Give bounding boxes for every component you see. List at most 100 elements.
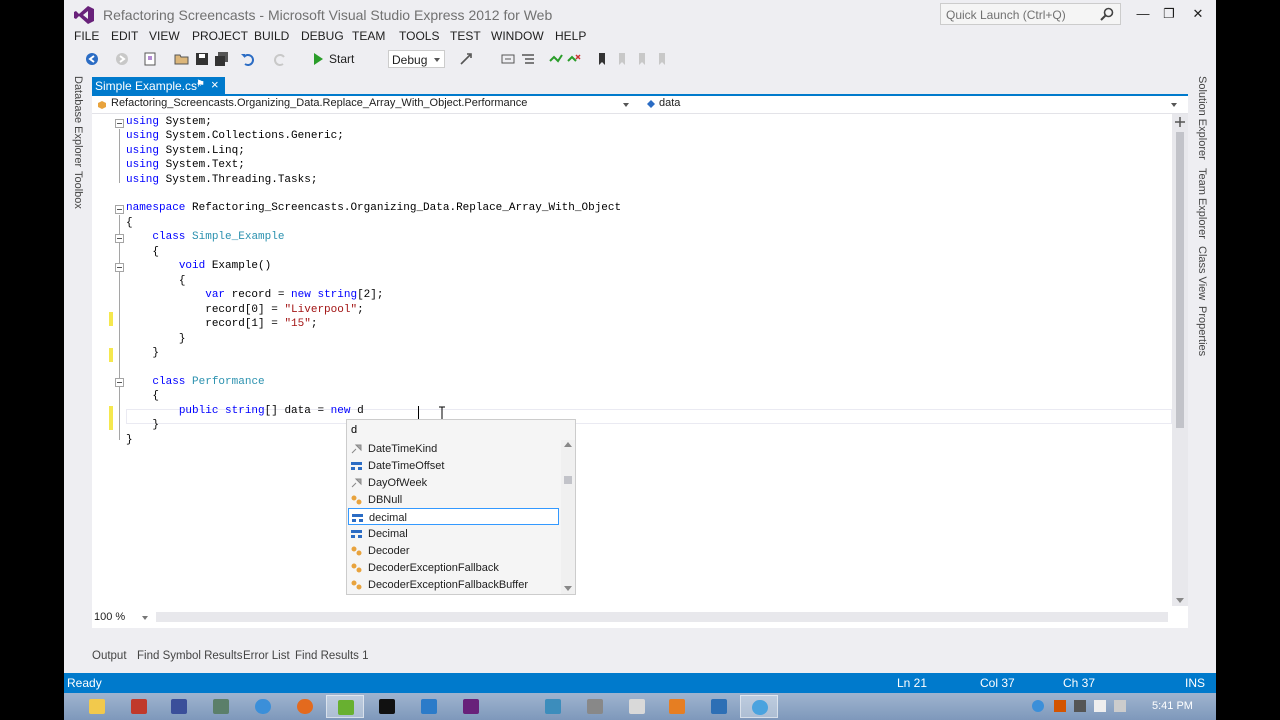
taskbar-app[interactable] [160, 695, 198, 718]
uncomment-icon[interactable] [566, 51, 582, 67]
minimize-button[interactable]: — [1130, 4, 1156, 24]
taskbar-visual-studio[interactable] [452, 695, 490, 718]
collapse-class-toggle[interactable] [115, 378, 124, 387]
restore-button[interactable]: ❐ [1156, 4, 1182, 24]
quick-launch-input[interactable]: Quick Launch (Ctrl+Q) [940, 3, 1121, 25]
database-explorer-tab[interactable]: Database Explorer [72, 76, 84, 167]
taskbar-visual-studio[interactable] [368, 695, 406, 718]
bookmark-icon[interactable] [594, 51, 610, 67]
menu-build[interactable]: BUILD [254, 29, 289, 43]
taskbar-visual-studio[interactable] [410, 695, 448, 718]
solution-configuration-select[interactable]: Debug [388, 50, 445, 68]
filezilla-icon [131, 699, 147, 714]
split-icon[interactable] [1175, 117, 1185, 127]
taskbar-app[interactable] [740, 695, 778, 718]
menu-test[interactable]: TEST [450, 29, 481, 43]
close-window-button[interactable]: ✕ [1185, 4, 1211, 24]
menu-help[interactable]: HELP [555, 29, 586, 43]
menu-tools[interactable]: TOOLS [399, 29, 439, 43]
comment-icon[interactable] [548, 51, 564, 67]
save-all-icon[interactable] [214, 51, 230, 67]
tab-find-results-1[interactable]: Find Results 1 [295, 650, 369, 662]
taskbar-internet-explorer[interactable] [244, 695, 282, 718]
previous-bookmark-icon[interactable] [614, 51, 630, 67]
taskbar-app[interactable] [700, 695, 738, 718]
taskbar-filezilla[interactable] [120, 695, 158, 718]
save-icon[interactable] [194, 51, 210, 67]
collapse-usings-toggle[interactable] [115, 119, 124, 128]
attach-process-icon[interactable] [458, 51, 474, 67]
next-bookmark-icon[interactable] [634, 51, 650, 67]
close-tab-icon[interactable]: × [211, 77, 219, 92]
taskbar-app[interactable] [618, 695, 656, 718]
completion-item[interactable]: DayOfWeek [348, 474, 559, 491]
menu-edit[interactable]: EDIT [111, 29, 138, 43]
type-dropdown[interactable]: Refactoring_Screencasts.Organizing_Data.… [111, 97, 631, 113]
code-area[interactable]: using System; using System.Collections.G… [92, 116, 1172, 606]
pin-icon[interactable]: ⚑ [196, 79, 205, 90]
completion-item[interactable]: DateTimeOffset [348, 457, 559, 474]
scroll-thumb[interactable] [564, 476, 572, 484]
tray-app-icon[interactable] [1054, 700, 1066, 712]
tray-app-icon[interactable] [1074, 700, 1086, 712]
intellisense-scrollbar[interactable] [561, 440, 575, 594]
taskbar-firefox[interactable] [286, 695, 324, 718]
completion-item-selected[interactable]: decimal [348, 508, 559, 525]
menu-file[interactable]: FILE [74, 29, 99, 43]
menu-team[interactable]: TEAM [352, 29, 385, 43]
member-dropdown[interactable]: data [659, 97, 1179, 113]
new-project-icon[interactable] [142, 51, 158, 67]
class-view-tab[interactable]: Class View [1196, 246, 1208, 300]
taskbar-app[interactable] [534, 695, 572, 718]
collapse-namespace-toggle[interactable] [115, 205, 124, 214]
code-editor[interactable]: Refactoring_Screencasts.Organizing_Data.… [92, 96, 1188, 628]
taskbar-app[interactable] [576, 695, 614, 718]
team-explorer-tab[interactable]: Team Explorer [1196, 168, 1208, 239]
collapse-method-toggle[interactable] [115, 263, 124, 272]
outline-icon[interactable] [520, 51, 536, 67]
completion-item[interactable]: Decimal [348, 525, 559, 542]
vertical-scrollbar[interactable] [1172, 114, 1188, 606]
open-file-icon[interactable] [174, 51, 190, 67]
tab-error-list[interactable]: Error List [243, 650, 290, 662]
volume-icon[interactable] [1094, 700, 1106, 712]
completion-item[interactable]: DateTimeKind [348, 440, 559, 457]
tab-simple-example-cs[interactable]: Simple Example.cs* ⚑ × [92, 77, 225, 94]
scroll-down-icon[interactable] [1176, 598, 1184, 603]
network-icon[interactable] [1032, 700, 1044, 712]
properties-tab[interactable]: Properties [1196, 306, 1208, 356]
toolbox-tab[interactable]: Toolbox [72, 171, 84, 209]
menu-window[interactable]: WINDOW [491, 29, 544, 43]
tab-find-symbol-results[interactable]: Find Symbol Results [137, 650, 242, 662]
editor-footer: 100 % [92, 606, 1188, 628]
taskbar-visual-studio-web[interactable] [326, 695, 364, 718]
redo-icon[interactable] [272, 51, 288, 67]
taskbar-app[interactable] [202, 695, 240, 718]
code-line: } [126, 434, 133, 446]
collapse-class-toggle[interactable] [115, 234, 124, 243]
intellisense-popup[interactable]: d DateTimeKind DateTimeOffset DayOfWeek … [346, 419, 576, 595]
scroll-down-icon[interactable] [564, 586, 572, 591]
forward-icon[interactable] [114, 51, 130, 67]
scroll-up-icon[interactable] [564, 442, 572, 447]
clock[interactable]: 5:41 PM [1152, 700, 1193, 712]
solution-explorer-tab[interactable]: Solution Explorer [1196, 76, 1208, 160]
scroll-thumb[interactable] [1176, 132, 1184, 428]
navigate-icon[interactable] [500, 51, 516, 67]
tray-app-icon[interactable] [1114, 700, 1126, 712]
completion-item[interactable]: Decoder [348, 542, 559, 559]
menu-project[interactable]: PROJECT [192, 29, 248, 43]
menu-view[interactable]: VIEW [149, 29, 180, 43]
completion-item[interactable]: DecoderExceptionFallbackBuffer [348, 576, 559, 593]
tab-output[interactable]: Output [92, 650, 127, 662]
taskbar-app[interactable] [658, 695, 696, 718]
completion-item[interactable]: DBNull [348, 491, 559, 508]
taskbar-explorer[interactable] [78, 695, 116, 718]
clear-bookmarks-icon[interactable] [654, 51, 670, 67]
undo-icon[interactable] [240, 51, 256, 67]
horizontal-scrollbar[interactable] [156, 612, 1168, 622]
zoom-select[interactable]: 100 % [94, 611, 148, 623]
completion-item[interactable]: DecoderExceptionFallback [348, 559, 559, 576]
back-icon[interactable] [84, 51, 100, 67]
menu-debug[interactable]: DEBUG [301, 29, 344, 43]
